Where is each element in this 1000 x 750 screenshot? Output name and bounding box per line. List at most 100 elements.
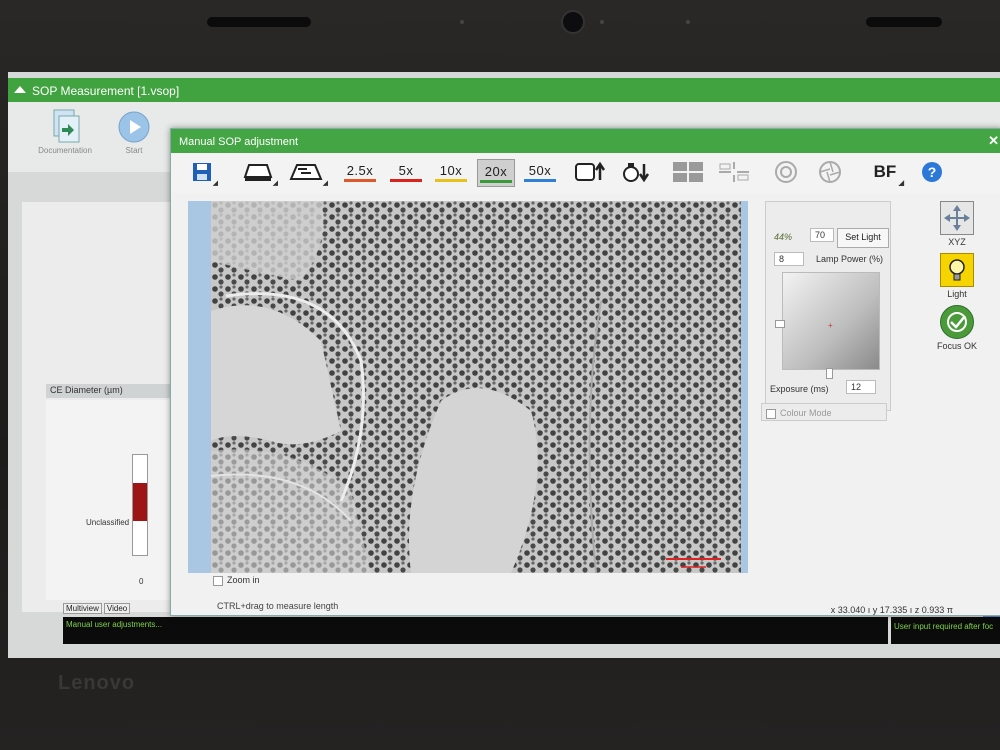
save-button[interactable]: ◢ <box>189 159 218 187</box>
dialog-toolbar: ◢ ◢ ◢ 2.5x 5x 10x 20x 50x BF ◢ ? <box>171 153 1000 193</box>
bottom-tabs: Multiview Video <box>63 603 132 614</box>
mag-color-bar <box>480 179 512 183</box>
lamp-slider-handle[interactable] <box>775 320 785 328</box>
focus-ok-button[interactable]: Focus OK <box>929 305 985 351</box>
mag-label: 10x <box>439 162 463 178</box>
image-viewer[interactable] <box>188 201 748 573</box>
bf-mode-button[interactable]: BF ◢ <box>869 159 904 187</box>
lamp-down-icon <box>623 163 650 183</box>
exposure-field[interactable]: 12 <box>846 380 876 394</box>
speaker-slot <box>866 17 942 27</box>
tab-video[interactable]: Video <box>103 603 131 614</box>
chart-header: CE Diameter (µm) <box>46 384 186 398</box>
save-icon <box>193 163 211 181</box>
speaker-slot <box>207 17 311 27</box>
play-icon <box>118 111 150 143</box>
lamp-power-label: Lamp Power (%) <box>816 254 884 264</box>
webcam <box>561 10 585 34</box>
bar-label: Unclassified <box>86 518 130 527</box>
stage-coordinates: x 33.040 ı y 17.335 ı z 0.933 π <box>830 605 953 615</box>
stage-load-button[interactable]: ◢ <box>241 159 278 187</box>
stage-tilt-icon <box>289 164 323 180</box>
mag-10x-button[interactable]: 10x <box>434 159 468 185</box>
sensor-dot <box>600 20 604 24</box>
documentation-button[interactable]: Documentation <box>30 108 100 155</box>
mag-color-bar <box>390 178 422 182</box>
aperture-icon <box>775 161 797 183</box>
light-control-panel: 44% 70 Set Light 8 Lamp Power (%) + Expo… <box>765 201 891 411</box>
objective-up-button[interactable] <box>573 159 609 185</box>
dialog-titlebar: Manual SOP adjustment ✕ <box>171 129 1000 153</box>
zoom-in-label: Zoom in <box>227 575 260 585</box>
xyz-label: XYZ <box>948 237 966 247</box>
start-label: Start <box>125 146 143 155</box>
crosshair-marker: + <box>828 321 833 330</box>
mag-color-bar <box>435 178 467 182</box>
objective-up-icon <box>575 161 606 181</box>
tissue-image <box>211 201 741 573</box>
lamp-power-field[interactable]: 8 <box>774 252 804 266</box>
bar-fill <box>133 483 147 521</box>
sensor-dot <box>686 20 690 24</box>
manual-sop-dialog: Manual SOP adjustment ✕ ◢ ◢ ◢ 2.5x 5x 10… <box>170 128 1000 616</box>
checkbox-box[interactable] <box>766 408 776 419</box>
aperture-button[interactable] <box>771 159 801 185</box>
app-logo-icon <box>14 86 26 93</box>
exposure-slider-handle[interactable] <box>826 368 833 379</box>
grid-view-button[interactable] <box>671 159 705 185</box>
measure-hint: CTRL+drag to measure length <box>217 601 339 611</box>
mag-label: 2.5x <box>346 162 374 178</box>
stage-tilt-button[interactable]: ◢ <box>287 159 328 187</box>
help-button[interactable]: ? <box>919 159 945 185</box>
close-button[interactable]: ✕ <box>988 133 999 149</box>
exposure-label: Exposure (ms) <box>770 384 829 394</box>
mag-label: 20x <box>484 163 508 179</box>
microscope-image[interactable] <box>211 201 741 573</box>
mag-color-bar <box>344 178 376 182</box>
bf-label: BF <box>873 162 897 181</box>
dialog-title: Manual SOP adjustment <box>179 136 299 148</box>
tab-multiview[interactable]: Multiview <box>63 603 102 614</box>
exposure-light-plot[interactable]: + <box>782 272 880 370</box>
svg-text:?: ? <box>928 164 937 180</box>
lamp-down-button[interactable] <box>619 159 653 185</box>
set-light-button[interactable]: Set Light <box>837 228 889 248</box>
light-button[interactable]: Light <box>937 253 977 299</box>
mag-2.5x-button[interactable]: 2.5x <box>343 159 377 185</box>
status-bar <box>63 617 888 644</box>
main-window-title: SOP Measurement [1.vsop] <box>32 84 180 98</box>
diaphragm-icon <box>819 161 841 183</box>
mag-label: 50x <box>528 162 552 178</box>
start-button[interactable]: Start <box>114 110 154 155</box>
status-message: Manual user adjustments... <box>66 620 163 629</box>
colour-mode-checkbox[interactable]: Colour Mode <box>761 403 887 421</box>
documentation-label: Documentation <box>38 146 92 155</box>
zoom-in-checkbox[interactable]: Zoom in <box>213 575 260 586</box>
mag-color-bar <box>524 178 556 182</box>
light-percent: 44% <box>774 232 793 242</box>
help-icon: ? <box>922 162 942 182</box>
main-window-titlebar: SOP Measurement [1.vsop] <box>8 78 1000 102</box>
crosshair-button[interactable] <box>717 159 751 185</box>
focus-ok-label: Focus OK <box>936 341 977 351</box>
mag-label: 5x <box>398 162 414 178</box>
diaphragm-button[interactable] <box>815 159 845 185</box>
grid-icon <box>673 162 703 182</box>
mag-50x-button[interactable]: 50x <box>523 159 557 185</box>
axis-zero-label: 0 <box>139 577 144 586</box>
lamp-value-field[interactable]: 70 <box>810 228 834 242</box>
documentation-icon <box>53 109 80 143</box>
light-label: Light <box>947 289 967 299</box>
mag-20x-button[interactable]: 20x <box>477 159 515 187</box>
mag-5x-button[interactable]: 5x <box>389 159 423 185</box>
light-bulb-icon <box>940 253 974 287</box>
checkbox-box[interactable] <box>213 575 223 586</box>
status-message-right: User input required after foc <box>894 622 994 631</box>
crosshair-icon <box>719 162 749 182</box>
colour-mode-label: Colour Mode <box>780 408 832 418</box>
screen: SOP Measurement [1.vsop] Documentation S… <box>8 72 1000 658</box>
stage-icon <box>243 164 273 181</box>
brand-logo: Lenovo <box>58 672 136 694</box>
xyz-arrows-icon <box>940 201 974 235</box>
xyz-button[interactable]: XYZ <box>937 201 977 247</box>
